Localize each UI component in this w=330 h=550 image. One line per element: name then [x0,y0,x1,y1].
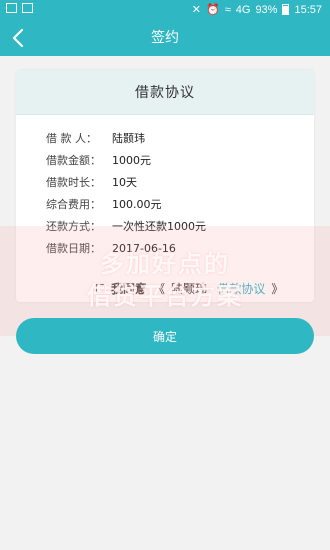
detail-label: 借款日期： [46,242,101,255]
detail-row-fee: 综合费用： 100.00元 [46,194,304,216]
card-header: 借款协议 [16,70,314,115]
detail-label: 借款时长： [46,176,101,189]
status-time: 15:57 [294,3,322,16]
status-left [6,3,33,13]
detail-row-repayment: 还款方式： 一次性还款1000元 [46,216,304,238]
agreement-consent: 我同意 《 陆颢玮- 借款协议 》 [96,280,283,297]
detail-label: 借款金额： [46,154,101,167]
wifi-icon: ≈ [224,3,231,16]
page-title: 签约 [151,30,179,46]
mute-icon: ✕ [191,4,201,16]
detail-row-duration: 借款时长： 10天 [46,172,304,194]
loan-details: 借 款 人： 陆颢玮 借款金额： 1000元 借款时长： 10天 综合费用： 1… [46,128,304,260]
status-bar: ✕ ⏰ ≈ 4G 93% 15:57 [0,0,330,20]
card-title: 借款协议 [135,85,195,101]
battery-percent: 93% [255,3,278,16]
detail-label: 还款方式： [46,220,101,233]
alarm-icon: ⏰ [206,4,220,16]
detail-label: 综合费用： [46,198,101,211]
status-right: ✕ ⏰ ≈ 4G 93% 15:57 [191,3,322,17]
detail-value: 2017-06-16 [112,242,176,255]
agree-open-quote: 《 [153,282,166,296]
detail-value: 100.00元 [112,198,162,211]
detail-row-amount: 借款金额： 1000元 [46,150,304,172]
agree-prefix: 我同意 [111,282,148,296]
agree-name: 陆颢玮- [171,282,212,296]
agreement-link[interactable]: 借款协议 [217,280,265,297]
detail-label: 借 款 人： [46,132,97,145]
message-icon [6,3,17,13]
image-icon [22,3,33,13]
battery-icon [282,4,290,15]
signal-text: 4G [235,3,251,16]
title-bar: 签约 [0,20,330,56]
detail-row-date: 借款日期： 2017-06-16 [46,238,304,260]
confirm-button[interactable]: 确定 [16,318,314,354]
detail-row-borrower: 借 款 人： 陆颢玮 [46,128,304,150]
detail-value: 陆颢玮 [112,132,145,145]
agree-checkbox[interactable] [96,284,105,293]
content-area: 借款协议 借 款 人： 陆颢玮 借款金额： 1000元 借款时长： 10天 综合… [0,56,330,550]
detail-value: 10天 [112,176,137,189]
agree-close-quote: 》 [271,282,284,296]
detail-value: 1000元 [112,154,151,167]
loan-agreement-card: 借款协议 借 款 人： 陆颢玮 借款金额： 1000元 借款时长： 10天 综合… [16,70,314,302]
detail-value: 一次性还款1000元 [112,220,206,233]
